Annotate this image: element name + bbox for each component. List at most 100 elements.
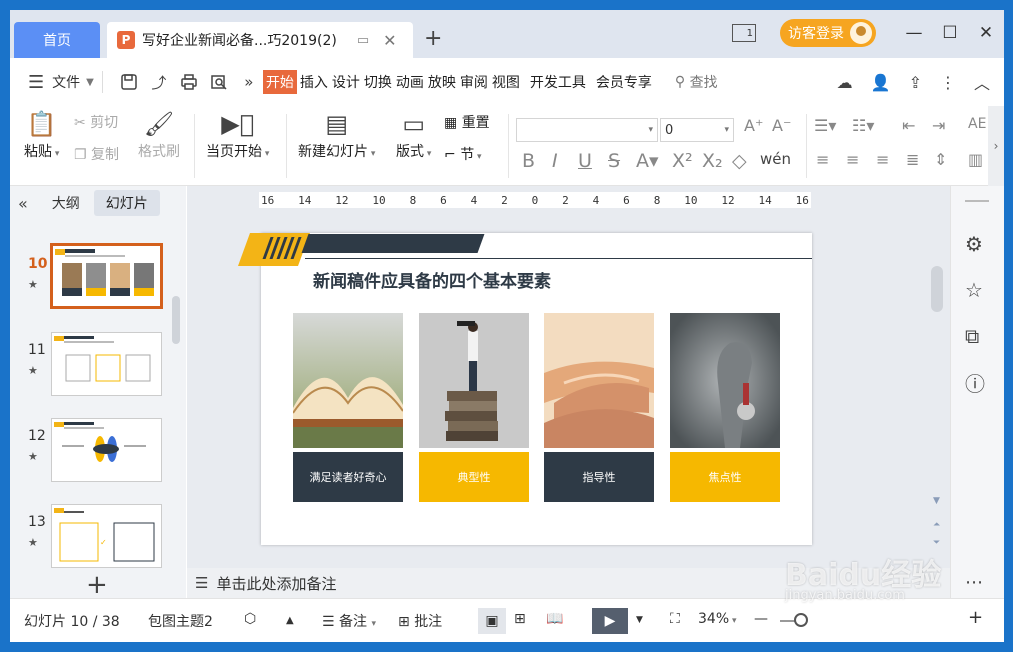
menu-design[interactable]: 设计 — [331, 72, 361, 92]
cloud-icon[interactable]: ☁ — [837, 73, 853, 92]
tab-outline[interactable]: 大纲 — [52, 193, 80, 213]
normal-view-icon[interactable]: ▣ — [478, 608, 506, 634]
reading-view-icon[interactable]: 📖 — [546, 611, 563, 627]
theme-name[interactable]: 包图主题2 — [148, 611, 213, 631]
cube-icon[interactable]: ⬡ — [244, 611, 256, 627]
paste-button[interactable]: 📋 粘贴 ▾ — [24, 110, 59, 161]
underline-icon[interactable]: U — [578, 150, 592, 172]
zoom-level[interactable]: 34% ▾ — [698, 611, 737, 627]
comments-toggle[interactable]: ⊞ 批注 — [398, 611, 442, 631]
home-tab[interactable]: 首页 — [14, 22, 100, 58]
eraser-icon[interactable]: ◇ — [732, 150, 747, 172]
slide-thumbnail-12[interactable] — [51, 418, 162, 482]
bold-icon[interactable]: B — [522, 150, 535, 172]
maximize-icon[interactable]: ☐ — [932, 23, 968, 43]
collapse-ribbon-icon[interactable]: ︿ — [974, 70, 990, 94]
font-color-icon[interactable]: A▾ — [636, 150, 659, 172]
document-tab[interactable]: P 写好企业新闻必备...巧2019(2) ▭ ✕ — [107, 22, 413, 58]
menu-view[interactable]: 视图 — [491, 72, 521, 92]
font-size-select[interactable]: 0 ▾ — [660, 118, 734, 142]
collapse-panel-icon[interactable]: « — [18, 194, 28, 213]
align-left-icon[interactable]: ≡ — [816, 150, 829, 169]
align-center-icon[interactable]: ≡ — [846, 150, 859, 169]
italic-icon[interactable]: I — [552, 150, 558, 172]
monitor-icon[interactable]: ▭ — [357, 33, 369, 48]
zoom-in-icon[interactable]: + — [968, 607, 983, 628]
increase-indent-icon[interactable]: ⇥ — [932, 116, 945, 135]
slide-thumbnail-10[interactable] — [50, 243, 163, 309]
menu-transitions[interactable]: 切换 — [363, 72, 393, 92]
slide-thumbnail-13[interactable]: ✓ — [51, 504, 162, 568]
columns-icon[interactable]: ▥ — [968, 150, 983, 169]
menu-insert[interactable]: 插入 — [299, 72, 329, 92]
print-preview-icon[interactable] — [207, 70, 231, 94]
slide-card-typical[interactable]: 典型性 — [419, 313, 529, 502]
chevron-up-icon[interactable]: ▲ — [286, 615, 294, 626]
more-dots-icon[interactable]: ⋯ — [965, 572, 983, 593]
scroll-down-arrow-icon[interactable]: ▼ — [933, 496, 940, 506]
close-tab-icon[interactable]: ✕ — [383, 31, 396, 50]
visitor-login-button[interactable]: 访客登录 — [780, 19, 876, 47]
more-options-icon[interactable]: ⋮ — [940, 73, 956, 92]
zoom-slider-handle[interactable] — [794, 613, 808, 627]
chevron-down-icon[interactable]: ▼ — [636, 615, 643, 625]
numbered-list-icon[interactable]: ☷▾ — [852, 116, 874, 135]
menu-home[interactable]: 开始 — [262, 70, 297, 94]
copy-button[interactable]: ❐ 复制 — [74, 144, 119, 164]
menu-animations[interactable]: 动画 — [395, 72, 425, 92]
print-icon[interactable] — [177, 70, 201, 94]
window-count-icon[interactable]: 1 — [732, 24, 756, 42]
search-box[interactable]: ⚲ 查找 — [675, 72, 718, 92]
next-slide-icon[interactable]: ⏷ — [933, 538, 940, 548]
decrease-font-icon[interactable]: A⁻ — [772, 116, 791, 135]
strikethrough-icon[interactable]: S — [608, 150, 620, 172]
share-icon[interactable]: ⇪ — [909, 73, 922, 92]
format-painter-button[interactable]: 🖌 格式刷 — [138, 110, 180, 161]
canvas-scrollbar[interactable] — [931, 266, 943, 312]
justify-icon[interactable]: ≣ — [906, 150, 919, 169]
more-icon[interactable]: » — [237, 70, 261, 94]
menu-review[interactable]: 审阅 — [459, 72, 489, 92]
cut-button[interactable]: ✂ 剪切 — [74, 112, 118, 132]
font-name-select[interactable]: ▾ — [516, 118, 658, 142]
hamburger-icon[interactable]: ☰ — [28, 72, 44, 93]
previous-slide-icon[interactable]: ⏶ — [933, 520, 940, 530]
slide-title[interactable]: 新闻稿件应具备的四个基本要素 — [313, 267, 551, 292]
star-icon[interactable]: ☆ — [965, 278, 983, 302]
current-slide[interactable]: 新闻稿件应具备的四个基本要素 满足读者好奇心 典型性 指导性 焦点性 — [237, 233, 812, 545]
menu-member[interactable]: 会员专享 — [595, 72, 653, 92]
bullet-list-icon[interactable]: ☰▾ — [814, 116, 836, 135]
text-direction-icon[interactable]: AE — [968, 116, 986, 132]
add-slide-button[interactable]: + — [86, 570, 108, 600]
fit-window-icon[interactable]: ⛶ — [670, 611, 680, 627]
phonetic-icon[interactable]: wén — [760, 150, 791, 168]
play-from-current-button[interactable]: ▶⃝ 当页开始 ▾ — [206, 110, 269, 161]
slide-card-curiosity[interactable]: 满足读者好奇心 — [292, 313, 404, 502]
ribbon-scroll-right-icon[interactable]: › — [988, 106, 1004, 186]
line-spacing-icon[interactable]: ⇕ — [934, 150, 947, 169]
slide-card-focus[interactable]: 焦点性 — [670, 313, 780, 502]
superscript-icon[interactable]: X² — [672, 150, 693, 172]
grid-view-icon[interactable]: ⊞ — [514, 611, 526, 627]
minimize-icon[interactable]: — — [896, 23, 932, 43]
notes-toggle[interactable]: ☰ 备注 ▾ — [322, 611, 376, 631]
increase-font-icon[interactable]: A⁺ — [744, 116, 763, 135]
close-window-icon[interactable]: ✕ — [968, 23, 1004, 43]
decrease-indent-icon[interactable]: ⇤ — [902, 116, 915, 135]
slide-thumbnail-11[interactable] — [51, 332, 162, 396]
menu-developer[interactable]: 开发工具 — [529, 72, 587, 92]
play-slideshow-button[interactable]: ▶ — [592, 608, 628, 634]
add-user-icon[interactable]: 👤 — [871, 73, 891, 92]
layout-button[interactable]: ▭ 版式 ▾ — [396, 110, 431, 161]
menu-slideshow[interactable]: 放映 — [427, 72, 457, 92]
align-right-icon[interactable]: ≡ — [876, 150, 889, 169]
panel-scrollbar[interactable] — [172, 296, 180, 344]
slide-switch-icon[interactable]: ⧉ — [965, 324, 979, 348]
section-button[interactable]: ⌐ 节 ▾ — [444, 144, 482, 164]
help-icon[interactable]: ⓘ — [965, 368, 985, 397]
tab-slides[interactable]: 幻灯片 — [93, 190, 160, 216]
zoom-out-icon[interactable]: — — [754, 611, 768, 627]
subscript-icon[interactable]: X₂ — [702, 150, 723, 172]
file-menu[interactable]: 文件 — [52, 72, 80, 92]
save-icon[interactable] — [117, 70, 141, 94]
